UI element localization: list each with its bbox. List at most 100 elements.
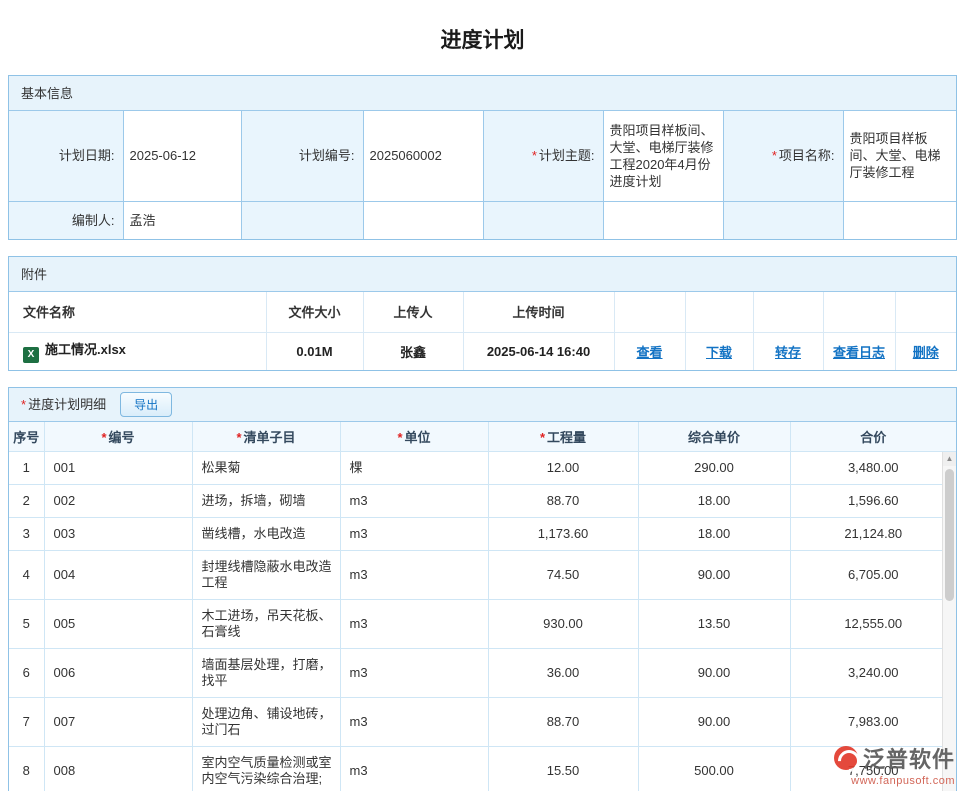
detail-cell-unit: 棵 <box>340 452 488 485</box>
detail-cell-total: 3,240.00 <box>790 649 956 698</box>
details-col-header: *编号 <box>44 422 192 452</box>
detail-cell-unit: m3 <box>340 551 488 600</box>
detail-cell-item: 木工进场，吊天花板、石膏线 <box>192 600 340 649</box>
details-panel: * 进度计划明细 导出 序号*编号*清单子目*单位*工程量综合单价合价 1001… <box>8 387 957 791</box>
detail-cell-no: 6 <box>9 649 44 698</box>
attachment-action-cell: 查看日志 <box>823 332 895 370</box>
attachment-action-delete-link[interactable]: 删除 <box>913 345 939 360</box>
details-col-header: 序号 <box>9 422 44 452</box>
detail-cell-unit: m3 <box>340 649 488 698</box>
detail-cell-item: 凿线槽，水电改造 <box>192 518 340 551</box>
attachments-col-action <box>753 292 823 332</box>
scrollbar-up-arrow-icon[interactable]: ▲ <box>943 452 956 466</box>
detail-cell-total: 7,983.00 <box>790 698 956 747</box>
detail-cell-unit: m3 <box>340 518 488 551</box>
detail-cell-qty: 36.00 <box>488 649 638 698</box>
attachment-file-size: 0.01M <box>266 332 363 370</box>
details-col-header: 合价 <box>790 422 956 452</box>
details-col-header: *工程量 <box>488 422 638 452</box>
scrollbar-thumb[interactable] <box>945 469 954 601</box>
attachments-col-action <box>614 292 685 332</box>
plan-subject-value: 贵阳项目样板间、大堂、电梯厅装修工程2020年4月份进度计划 <box>603 111 723 201</box>
detail-cell-no: 1 <box>9 452 44 485</box>
attachment-action-cell: 转存 <box>753 332 823 370</box>
fanpu-url: www.fanpusoft.com <box>834 775 955 787</box>
attachment-uploader: 张鑫 <box>363 332 463 370</box>
page: 进度计划 基本信息 计划日期: 2025-06-12 计划编号: 2025060… <box>0 0 965 791</box>
detail-cell-qty: 88.70 <box>488 485 638 518</box>
attachments-table: 文件名称 文件大小 上传人 上传时间 X施工情况.xlsx 0.01M 张鑫 2… <box>9 292 956 370</box>
detail-cell-unit: m3 <box>340 485 488 518</box>
attachment-action-cell: 下载 <box>685 332 753 370</box>
details-header-row: 序号*编号*清单子目*单位*工程量综合单价合价 <box>9 422 956 452</box>
attachments-panel: 附件 文件名称 文件大小 上传人 上传时间 X施工情况.xlsx <box>8 256 957 371</box>
detail-cell-price: 90.00 <box>638 698 790 747</box>
detail-cell-total: 12,555.00 <box>790 600 956 649</box>
detail-cell-code: 005 <box>44 600 192 649</box>
detail-cell-item: 室内空气质量检测或室内空气污染综合治理; <box>192 747 340 791</box>
detail-cell-item: 进场，拆墙，砌墙 <box>192 485 340 518</box>
project-name-label: *项目名称: <box>723 111 843 201</box>
detail-cell-code: 004 <box>44 551 192 600</box>
detail-cell-total: 3,480.00 <box>790 452 956 485</box>
detail-cell-code: 001 <box>44 452 192 485</box>
required-mark: * <box>532 148 537 163</box>
empty-cell <box>843 201 956 239</box>
attachments-col-file-name: 文件名称 <box>9 292 266 332</box>
detail-cell-qty: 1,173.60 <box>488 518 638 551</box>
detail-cell-no: 7 <box>9 698 44 747</box>
attachments-col-action <box>685 292 753 332</box>
fanpu-logo-icon <box>834 746 858 770</box>
required-mark: * <box>236 430 241 445</box>
required-mark: * <box>540 430 545 445</box>
detail-cell-code: 006 <box>44 649 192 698</box>
detail-cell-no: 4 <box>9 551 44 600</box>
details-col-header: 综合单价 <box>638 422 790 452</box>
detail-row: 6006墙面基层处理，打磨，找平m336.0090.003,240.00 <box>9 649 956 698</box>
details-col-header: *单位 <box>340 422 488 452</box>
author-value: 孟浩 <box>123 201 241 239</box>
detail-cell-price: 90.00 <box>638 649 790 698</box>
required-mark: * <box>101 430 106 445</box>
attachment-action-view-link[interactable]: 查看 <box>636 345 662 360</box>
detail-cell-total: 1,596.60 <box>790 485 956 518</box>
details-col-header: *清单子目 <box>192 422 340 452</box>
details-section-title: 进度计划明细 <box>28 388 106 422</box>
detail-cell-no: 3 <box>9 518 44 551</box>
attachments-col-upload-time: 上传时间 <box>463 292 614 332</box>
fanpu-brand-name: 泛普软件 <box>863 742 955 774</box>
attachment-action-download-link[interactable]: 下载 <box>706 345 732 360</box>
empty-cell <box>603 201 723 239</box>
attachment-file-cell: X施工情况.xlsx <box>9 332 266 370</box>
basic-info-panel: 基本信息 计划日期: 2025-06-12 计划编号: 2025060002 *… <box>8 75 957 240</box>
basic-info-row-2: 编制人: 孟浩 <box>9 201 956 239</box>
required-mark: * <box>21 388 26 422</box>
attachment-action-transfer-link[interactable]: 转存 <box>775 345 801 360</box>
detail-row: 4004封埋线槽隐蔽水电改造工程m374.5090.006,705.00 <box>9 551 956 600</box>
basic-info-table: 计划日期: 2025-06-12 计划编号: 2025060002 *计划主题:… <box>9 111 956 239</box>
detail-cell-total: 6,705.00 <box>790 551 956 600</box>
detail-cell-item: 封埋线槽隐蔽水电改造工程 <box>192 551 340 600</box>
basic-info-row-1: 计划日期: 2025-06-12 计划编号: 2025060002 *计划主题:… <box>9 111 956 201</box>
detail-cell-qty: 74.50 <box>488 551 638 600</box>
detail-cell-no: 8 <box>9 747 44 791</box>
detail-cell-code: 008 <box>44 747 192 791</box>
attachments-header-row: 文件名称 文件大小 上传人 上传时间 <box>9 292 956 332</box>
detail-cell-price: 290.00 <box>638 452 790 485</box>
attachments-section-title: 附件 <box>9 257 956 292</box>
detail-cell-price: 18.00 <box>638 518 790 551</box>
export-button[interactable]: 导出 <box>120 392 172 417</box>
attachments-col-uploader: 上传人 <box>363 292 463 332</box>
basic-info-section-title: 基本信息 <box>9 76 956 111</box>
details-scrollbar[interactable]: ▲ <box>942 452 956 791</box>
detail-row: 5005木工进场，吊天花板、石膏线m3930.0013.5012,555.00 <box>9 600 956 649</box>
attachment-action-cell: 删除 <box>895 332 956 370</box>
empty-cell <box>363 201 483 239</box>
detail-cell-qty: 12.00 <box>488 452 638 485</box>
attachment-action-view-log-link[interactable]: 查看日志 <box>833 345 885 360</box>
detail-row: 2002进场，拆墙，砌墙m388.7018.001,596.60 <box>9 485 956 518</box>
attachment-action-cell: 查看 <box>614 332 685 370</box>
plan-no-label: 计划编号: <box>241 111 363 201</box>
plan-no-value: 2025060002 <box>363 111 483 201</box>
attachments-col-action <box>823 292 895 332</box>
